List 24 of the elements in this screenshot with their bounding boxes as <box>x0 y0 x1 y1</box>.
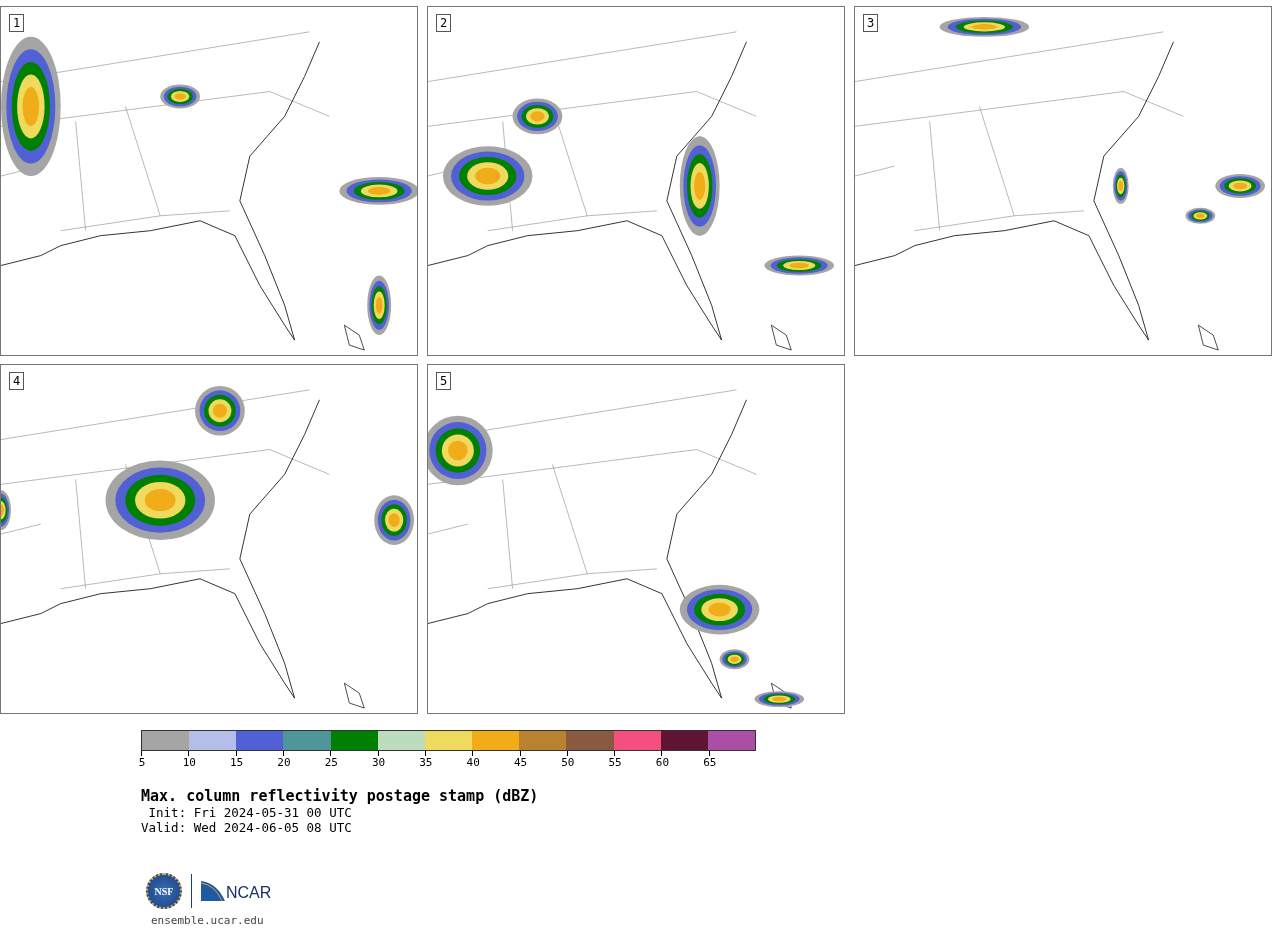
ncar-logo: NCAR <box>201 881 272 901</box>
tick-label: 5 <box>138 756 146 769</box>
tick-label: 65 <box>703 756 717 769</box>
init-time: Init: Fri 2024-05-31 00 UTC <box>147 805 353 820</box>
nsf-logo: NSF <box>146 873 182 909</box>
tick-label: 30 <box>371 756 386 769</box>
tick-label: 20 <box>277 756 291 769</box>
tick-label: 35 <box>419 756 433 769</box>
tick-label: 15 <box>230 756 244 769</box>
tick-label: 40 <box>466 756 480 769</box>
panel-number: 5 <box>436 372 452 390</box>
chart-title: Max. column reflectivity postage stamp (dBZ) <box>141 787 540 805</box>
tick-label: 45 <box>513 756 528 769</box>
tick-label: 50 <box>561 756 575 769</box>
tick-label: 10 <box>182 756 196 769</box>
panel-number: 2 <box>436 14 452 32</box>
tick-label: 25 <box>324 756 338 769</box>
panel-number: 4 <box>9 372 25 390</box>
valid-time: Valid: Wed 2024-06-05 08 UTC <box>141 820 353 835</box>
panel-number: 1 <box>9 14 25 32</box>
tick-label: 60 <box>655 756 670 769</box>
panel-number: 3 <box>863 14 879 32</box>
tick-label: 55 <box>608 756 622 769</box>
site-url: ensemble.ucar.edu <box>151 914 265 927</box>
